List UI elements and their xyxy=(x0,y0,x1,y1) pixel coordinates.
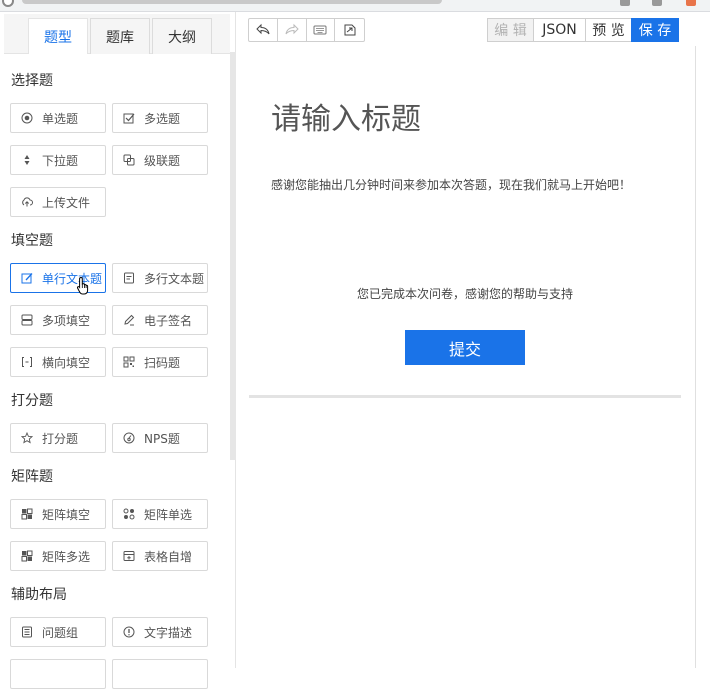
matrix-grid-icon xyxy=(21,508,33,520)
section-score: 打分题 xyxy=(11,393,53,409)
section-matrix: 矩阵题 xyxy=(11,469,53,485)
mode-switch: 编 辑 JSON 预 览 保 存 xyxy=(487,18,679,42)
preview-button[interactable]: 预 览 xyxy=(585,18,632,42)
profile-icon[interactable] xyxy=(686,0,696,6)
matrix-multi-button[interactable]: 矩阵多选 xyxy=(10,541,106,571)
gauge-icon xyxy=(123,432,135,444)
multi-fill-label: 多项填空 xyxy=(42,313,91,328)
end-message: 您已完成本次问卷，感谢您的帮助与支持 xyxy=(356,287,573,301)
form-card: 请输入标题 感谢您能抽出几分钟时间来参加本次答题，现在我们就马上开始吧！ 您已完… xyxy=(249,46,681,398)
nps-label: NPS题 xyxy=(144,431,180,446)
pen-icon xyxy=(123,314,135,326)
tab-question-bank[interactable]: 题库 xyxy=(90,18,150,54)
more-layout-button-2[interactable] xyxy=(112,659,208,689)
scrollbar[interactable] xyxy=(230,52,236,460)
question-palette: 题型 题库 大纲 选择题 单选题 多选题 下拉题 级联题 上传文件 填空题 单行… xyxy=(0,12,236,689)
question-group-label: 问题组 xyxy=(42,625,79,640)
matrix-fill-button[interactable]: 矩阵填空 xyxy=(10,499,106,529)
signature-label: 电子签名 xyxy=(144,313,193,328)
info-icon xyxy=(123,626,135,638)
dropdown-button[interactable]: 下拉题 xyxy=(10,145,106,175)
save-button[interactable]: 保 存 xyxy=(631,18,679,42)
upload-button[interactable]: 上传文件 xyxy=(10,187,106,217)
checkbox-icon xyxy=(123,112,135,124)
keyboard-icon xyxy=(313,25,327,35)
export-button[interactable] xyxy=(335,19,364,41)
more-layout-button[interactable] xyxy=(10,659,106,689)
json-button[interactable]: JSON xyxy=(533,18,586,42)
single-choice-button[interactable]: 单选题 xyxy=(10,103,106,133)
table-add-button[interactable]: 表格自增 xyxy=(112,541,208,571)
single-choice-label: 单选题 xyxy=(42,111,79,126)
multi-line-text-label: 多行文本题 xyxy=(144,271,205,286)
qrcode-icon xyxy=(123,356,135,368)
stacked-fields-icon xyxy=(21,314,33,326)
multi-fill-button[interactable]: 多项填空 xyxy=(10,305,106,335)
address-bar[interactable] xyxy=(22,0,442,4)
table-add-icon xyxy=(123,550,135,562)
dropdown-label: 下拉题 xyxy=(42,153,79,168)
nps-button[interactable]: NPS题 xyxy=(112,423,208,453)
horizontal-fill-button[interactable]: 横向填空 xyxy=(10,347,106,377)
tab-question-types[interactable]: 题型 xyxy=(28,18,88,54)
group-icon xyxy=(21,626,33,638)
share-icon[interactable] xyxy=(620,0,630,6)
matrix-single-label: 矩阵单选 xyxy=(144,507,193,522)
redo-icon xyxy=(285,23,299,35)
browser-chrome xyxy=(0,0,710,12)
cascade-label: 级联题 xyxy=(144,153,181,168)
edit-icon xyxy=(21,272,33,284)
edit-button[interactable]: 编 辑 xyxy=(487,18,534,42)
redo-button[interactable] xyxy=(278,19,307,41)
horizontal-fill-label: 横向填空 xyxy=(42,355,91,370)
submit-button[interactable]: 提交 xyxy=(405,330,525,365)
table-add-label: 表格自增 xyxy=(144,549,193,564)
text-desc-label: 文字描述 xyxy=(144,625,193,640)
palette-tabs: 题型 题库 大纲 xyxy=(4,14,230,54)
extension-icon[interactable] xyxy=(652,0,662,6)
text-desc-button[interactable]: 文字描述 xyxy=(112,617,208,647)
upload-label: 上传文件 xyxy=(42,195,91,210)
scan-button[interactable]: 扫码题 xyxy=(112,347,208,377)
matrix-single-button[interactable]: 矩阵单选 xyxy=(112,499,208,529)
form-title[interactable]: 请输入标题 xyxy=(271,94,421,138)
rating-button[interactable]: 打分题 xyxy=(10,423,106,453)
site-info-icon[interactable] xyxy=(2,0,14,7)
form-canvas: 请输入标题 感谢您能抽出几分钟时间来参加本次答题，现在我们就马上开始吧！ 您已完… xyxy=(249,46,695,668)
matrix-check-icon xyxy=(21,550,33,562)
cloud-upload-icon xyxy=(21,196,33,208)
form-description[interactable]: 感谢您能抽出几分钟时间来参加本次答题，现在我们就马上开始吧！ xyxy=(271,176,641,195)
tab-outline[interactable]: 大纲 xyxy=(152,18,212,54)
matrix-fill-label: 矩阵填空 xyxy=(42,507,91,522)
section-layout: 辅助布局 xyxy=(11,587,67,603)
star-icon xyxy=(21,432,33,444)
undo-icon xyxy=(256,23,270,35)
multi-choice-label: 多选题 xyxy=(144,111,181,126)
single-line-text-label: 单行文本题 xyxy=(42,271,103,286)
section-choice: 选择题 xyxy=(11,73,53,89)
bracket-icon xyxy=(21,356,33,368)
section-fill: 填空题 xyxy=(11,233,53,249)
question-group-button[interactable]: 问题组 xyxy=(10,617,106,647)
multi-choice-button[interactable]: 多选题 xyxy=(112,103,208,133)
sort-arrows-icon xyxy=(21,154,33,166)
editor-toolbar xyxy=(248,18,365,42)
signature-button[interactable]: 电子签名 xyxy=(112,305,208,335)
keyboard-button[interactable] xyxy=(307,19,336,41)
radio-icon xyxy=(21,112,33,124)
cascade-button[interactable]: 级联题 xyxy=(112,145,208,175)
document-icon xyxy=(123,272,135,284)
matrix-multi-label: 矩阵多选 xyxy=(42,549,91,564)
multi-line-text-button[interactable]: 多行文本题 xyxy=(112,263,208,293)
export-icon xyxy=(344,24,356,36)
canvas-divider xyxy=(695,46,696,668)
cascade-icon xyxy=(123,154,135,166)
undo-button[interactable] xyxy=(249,19,278,41)
scan-label: 扫码题 xyxy=(144,355,181,370)
matrix-radio-icon xyxy=(123,508,135,520)
single-line-text-button[interactable]: 单行文本题 xyxy=(10,263,106,293)
rating-label: 打分题 xyxy=(42,431,79,446)
